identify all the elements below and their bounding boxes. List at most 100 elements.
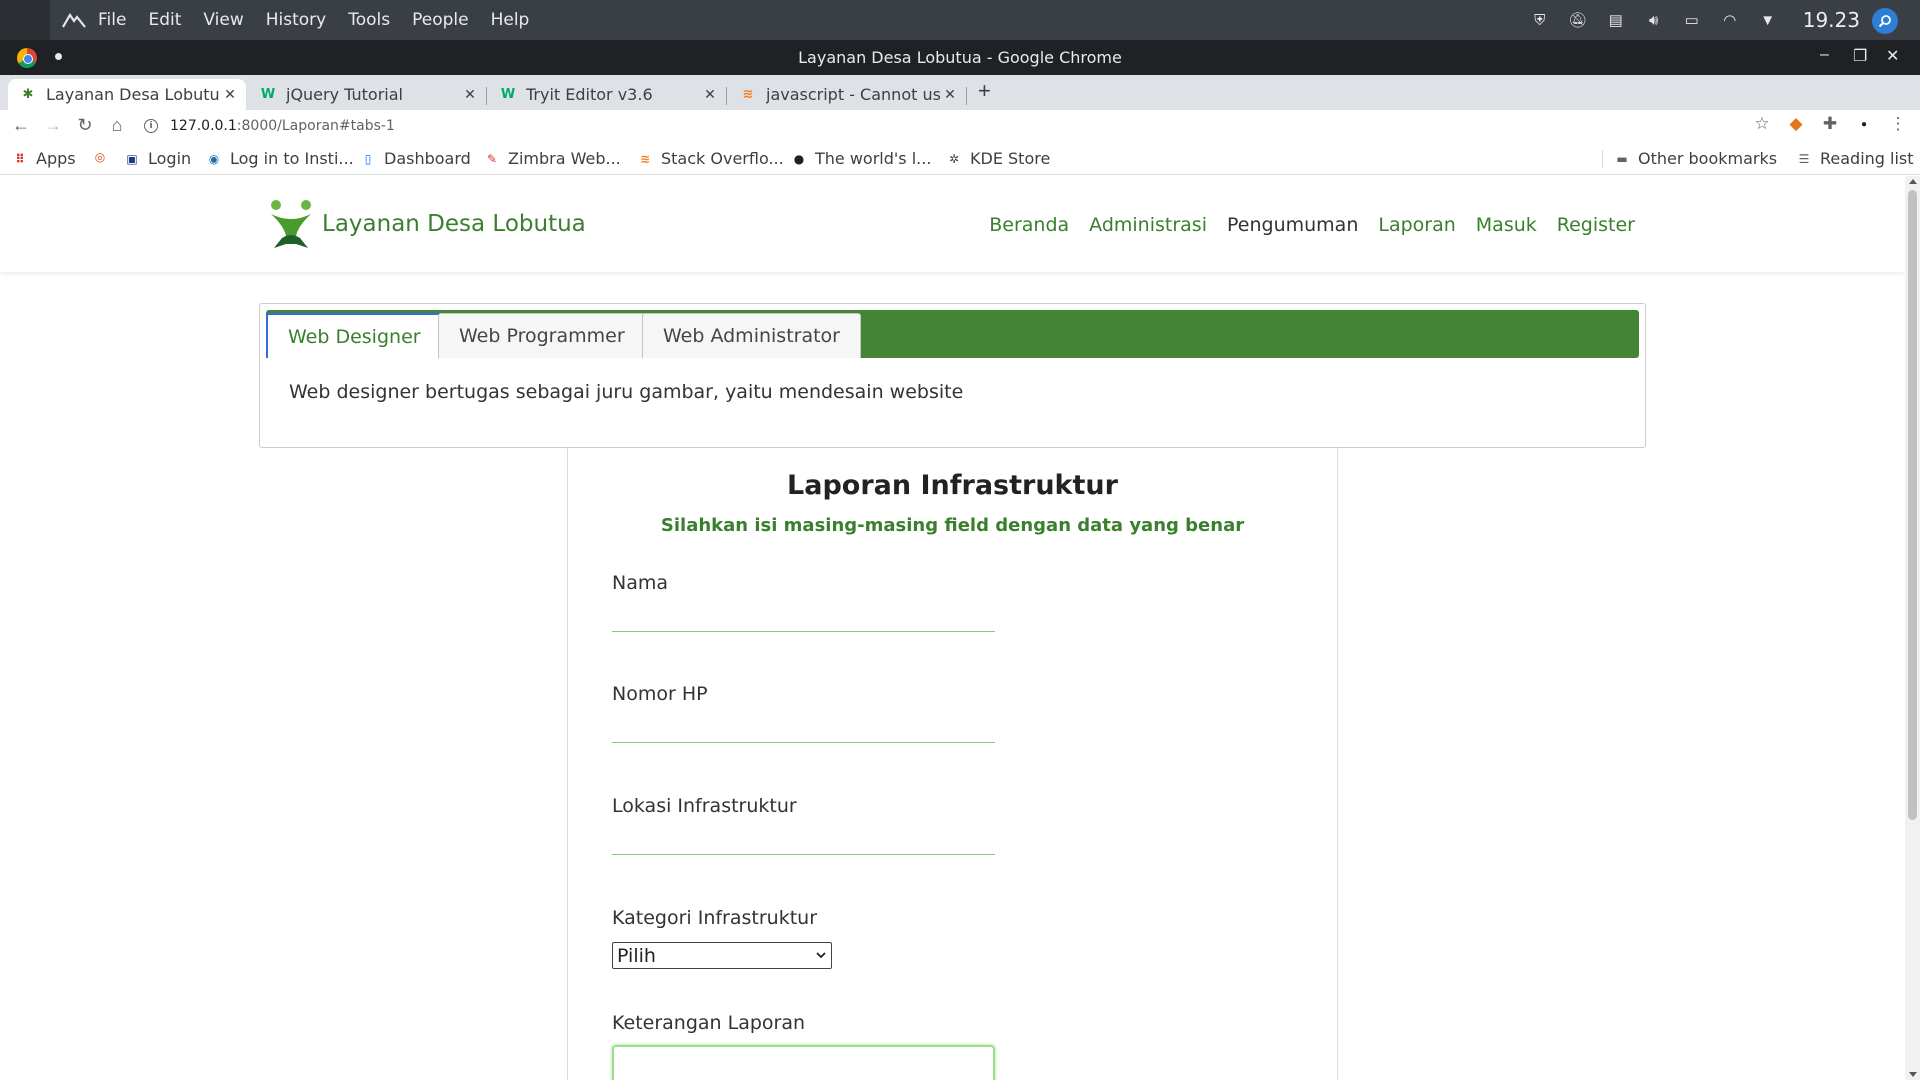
scrollbar-thumb[interactable] [1908,190,1917,820]
keterangan-textarea[interactable] [612,1045,995,1080]
clipboard-icon[interactable]: ▤ [1607,11,1625,29]
more-menu-icon[interactable]: ⋮ [1888,114,1908,134]
bookmark-item[interactable]: ✲ KDE Store [946,149,1050,168]
forward-icon[interactable]: → [42,114,64,136]
nav-register[interactable]: Register [1557,214,1635,236]
browser-tab[interactable]: W Tryit Editor v3.6 ✕ [488,79,726,110]
colorful-ring-icon: ◎ [94,150,106,164]
brand-name: Layanan Desa Lobutua [322,211,586,237]
scroll-up-icon[interactable] [1909,179,1917,184]
close-tab-icon[interactable]: ✕ [940,87,960,103]
wifi-icon[interactable]: ◠ [1721,11,1739,29]
profile-dot-icon[interactable]: ● [1854,114,1874,134]
app-launcher-icon[interactable] [50,0,98,40]
close-tab-icon[interactable]: ✕ [700,87,720,103]
tab-separator [486,87,487,105]
os-top-panel: File Edit View History Tools People Help… [0,0,1920,40]
reload-icon[interactable]: ↻ [74,114,96,136]
search-icon[interactable] [1872,8,1898,34]
menu-history[interactable]: History [266,10,326,30]
back-icon[interactable]: ← [10,114,32,136]
menu-edit[interactable]: Edit [148,10,181,30]
close-tab-icon[interactable]: ✕ [460,87,480,103]
menu-help[interactable]: Help [491,10,530,30]
nama-input[interactable] [612,602,995,632]
site-info-icon[interactable]: i [144,119,158,133]
tab-web-programmer[interactable]: Web Programmer [438,313,646,358]
bookmark-label: Stack Overflo... [661,149,784,168]
bookmark-item[interactable]: ✎ Zimbra Web... [484,149,621,168]
notifications-off-icon[interactable]: 🔕︎ [1568,11,1587,29]
tab-panel-text: Web designer bertugas sebagai juru gamba… [289,381,964,403]
restore-icon[interactable]: ❐ [1853,46,1867,66]
bookmarks-separator [1602,150,1603,168]
bookmark-item[interactable]: ● The world's l... [791,149,932,168]
minimize-icon[interactable]: – [1820,46,1829,64]
site-brand[interactable]: Layanan Desa Lobutua [268,198,586,250]
url-host: 127.0.0.1 [170,118,237,134]
volume-icon[interactable]: 🔊︎ [1645,11,1663,29]
close-tab-icon[interactable]: ✕ [220,87,240,103]
nomor-hp-label: Nomor HP [612,683,708,705]
kategori-select[interactable]: Pilih [612,942,832,969]
nomor-hp-input[interactable] [612,713,995,743]
nav-masuk[interactable]: Masuk [1476,214,1537,236]
w3schools-icon: W [260,87,276,102]
kategori-label: Kategori Infrastruktur [612,907,818,929]
folder-icon: ▬ [1616,151,1628,166]
bookmark-label: Zimbra Web... [508,149,621,168]
address-bar[interactable]: i 127.0.0.1:8000/Laporan#tabs-1 [144,113,1774,139]
menu-tools[interactable]: Tools [348,10,390,30]
close-window-icon[interactable]: ✕ [1886,46,1899,66]
menu-people[interactable]: People [412,10,468,30]
bookmark-label: Other bookmarks [1638,149,1778,168]
clock[interactable]: 19.23 [1803,8,1860,32]
lokasi-input[interactable] [612,825,995,855]
bookmark-item[interactable]: ≋ Stack Overflo... [637,149,784,168]
reading-list[interactable]: ☰ Reading list [1796,149,1914,168]
battery-icon[interactable]: ▭ [1683,11,1701,29]
other-bookmarks[interactable]: ▬ Other bookmarks [1614,149,1777,168]
dashboard-icon: ▯ [364,151,372,166]
menu-file[interactable]: File [98,10,126,30]
bookmark-item[interactable]: ▣ Login [124,149,191,168]
lokasi-label: Lokasi Infrastruktur [612,795,797,817]
new-tab-icon[interactable]: + [978,78,991,104]
chevron-down-icon[interactable]: ▼ [1759,11,1777,29]
browser-tab[interactable]: W jQuery Tutorial ✕ [248,79,486,110]
bookmarks-bar: ⠿ Apps ◎ ▣ Login ◉ Log in to Insti... ▯ … [0,142,1920,175]
bookmark-item[interactable]: ◎ [92,149,116,165]
nav-laporan[interactable]: Laporan [1378,214,1455,236]
w3schools-icon: W [500,87,516,102]
tab-web-designer[interactable]: Web Designer [266,313,443,358]
scroll-down-icon[interactable] [1909,1072,1917,1077]
bookmark-item[interactable]: ◉ Log in to Insti... [206,149,354,168]
shield-icon[interactable]: ⛨ [1531,11,1549,29]
nav-pengumuman[interactable]: Pengumuman [1227,214,1358,236]
page-viewport: Layanan Desa Lobutua Beranda Administras… [0,176,1920,1080]
browser-tab[interactable]: ≋ javascript - Cannot use ✕ [728,79,966,110]
window-title: Layanan Desa Lobutua - Google Chrome [798,48,1122,67]
bookmark-item[interactable]: ▯ Dashboard [360,149,471,168]
nav-administrasi[interactable]: Administrasi [1089,214,1207,236]
system-tray: ⛨ 🔕︎ ▤ 🔊︎ ▭ ◠ ▼ 19.23 [1531,0,1860,40]
stackoverflow-icon: ≋ [742,87,754,102]
bookmark-apps[interactable]: ⠿ Apps [12,149,76,168]
extensions-icon[interactable]: ✚ [1820,114,1840,134]
site-logo-icon [271,200,311,248]
browser-tabstrip: ✱ Layanan Desa Lobutua ✕ W jQuery Tutori… [0,75,1920,110]
menu-view[interactable]: View [203,10,243,30]
del-logo-icon: ▣ [126,151,138,166]
tab-label: Tryit Editor v3.6 [526,85,653,104]
reading-list-icon: ☰ [1798,151,1810,166]
nav-beranda[interactable]: Beranda [989,214,1069,236]
home-icon[interactable]: ⌂ [106,114,128,136]
metamask-icon[interactable]: ◆ [1786,114,1806,134]
browser-tab[interactable]: ✱ Layanan Desa Lobutua ✕ [8,79,246,110]
bookmark-star-icon[interactable]: ☆ [1752,114,1772,134]
nama-label: Nama [612,572,669,594]
bookmark-label: Log in to Insti... [230,149,354,168]
page-scrollbar[interactable] [1905,176,1920,1080]
tab-web-administrator[interactable]: Web Administrator [642,313,861,358]
bookmark-label: Apps [36,149,76,168]
